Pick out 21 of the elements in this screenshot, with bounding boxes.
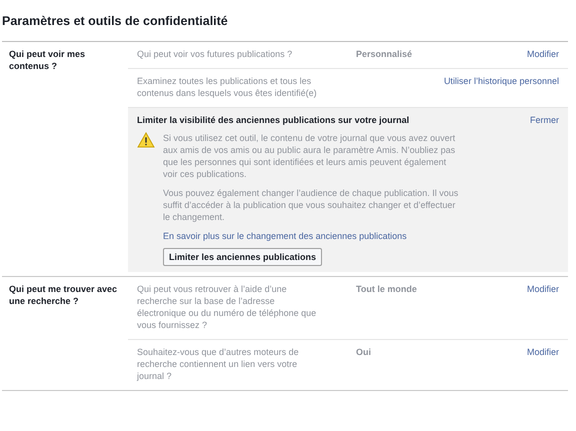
setting-question: Souhaitez-vous que d’autres moteurs de recherche contiennent un lien vers votre journal ? — [137, 346, 300, 382]
setting-question: Qui peut voir vos futures publications ? — [137, 48, 294, 60]
section-label: Qui peut me trouver avec une recherche ? — [8, 282, 118, 308]
section-label: Qui peut voir mes contenus ? — [8, 48, 86, 73]
setting-value: Oui — [356, 346, 371, 357]
edit-link[interactable]: Modifier — [526, 48, 559, 59]
warning-icon — [137, 132, 155, 148]
setting-question: Qui peut vous retrouver à l’aide d’une recherche sur la base de l’adresse électronique ou du numéro de téléphone que vous fournissez ? — [137, 282, 318, 331]
info-paragraph: Si vous utilisez cet outil, le contenu de votre journal que vous avez ouvert aux amis de vos amis ou au public aura le paramètre Amis. N’oubliez pas que les personnes qui sont identifiées et leurs amis peuvent également voir ces publications. — [163, 132, 456, 180]
setting-question: Examinez toutes les publications et tous les contenus dans lesquels vous êtes identifié(e) — [137, 74, 318, 99]
edit-link[interactable]: Modifier — [526, 346, 559, 357]
close-link[interactable]: Fermer — [530, 114, 559, 126]
setting-value: Tout le monde — [356, 284, 417, 294]
edit-link[interactable]: Utiliser l’historique personnel — [444, 76, 559, 86]
edit-link[interactable]: Modifier — [526, 284, 559, 294]
learn-more-link[interactable]: En savoir plus sur le changement des anciennes publications — [163, 230, 407, 241]
limit-button[interactable]: Limiter les anciennes publications — [163, 248, 322, 266]
setting-value: Personnalisé — [356, 48, 412, 59]
panel-title: Limiter la visibilité des anciennes publications sur votre journal — [137, 114, 410, 126]
info-paragraph: Vous pouvez également changer l’audience de chaque publication. Il vous suffit d’accéder à la publication que vous souhaitez changer et d’effectuer le changement. — [163, 186, 460, 223]
page-title: Paramètres et outils de confidentialité — [2, 12, 568, 42]
